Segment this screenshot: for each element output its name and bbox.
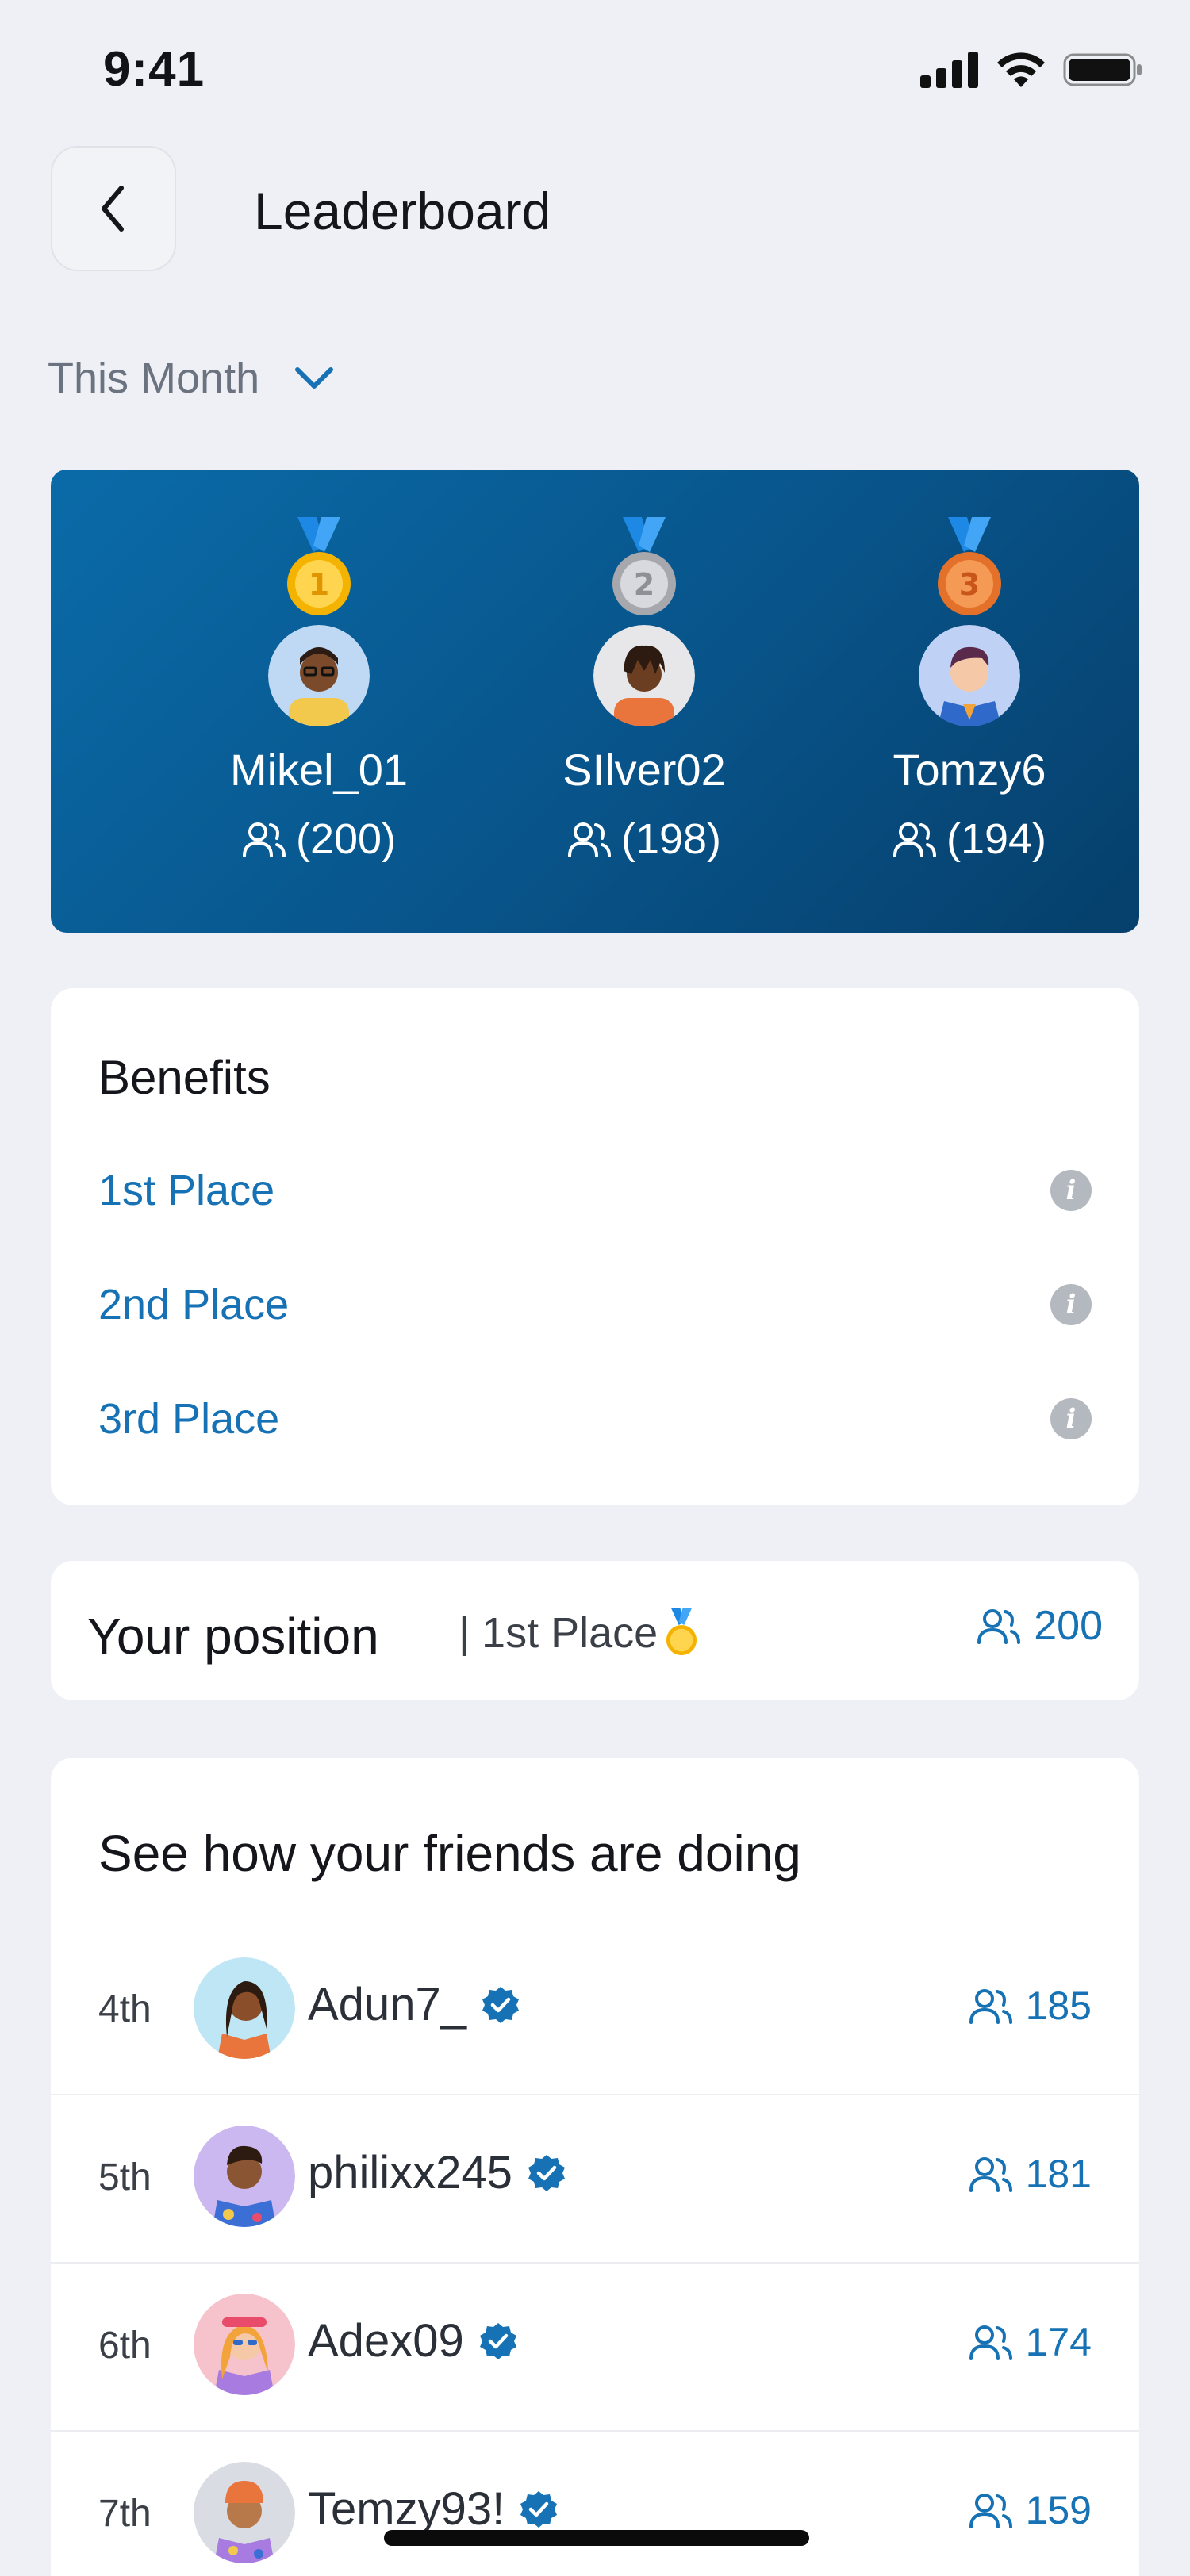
verified-badge-icon <box>520 2490 558 2528</box>
benefit-label: 2nd Place <box>98 1281 290 1328</box>
position-title: Your position <box>87 1608 379 1665</box>
status-icons <box>920 51 1142 89</box>
benefits-card: Benefits 1st Place i 2nd Place i 3rd Pla… <box>51 988 1139 1505</box>
friend-score: 159 <box>969 2487 1092 2533</box>
podium-second[interactable]: 2 SIlver02 (198) <box>509 517 779 864</box>
verified-badge-icon <box>482 1986 519 2023</box>
wifi-icon <box>997 52 1045 87</box>
friend-row[interactable]: 4th Adun7_ 185 <box>51 1927 1139 2095</box>
podium-score: (194) <box>892 815 1046 864</box>
podium-score-value: (198) <box>620 815 722 863</box>
signal-icon <box>920 52 978 88</box>
position-score: 200 <box>977 1602 1103 1650</box>
users-icon <box>892 822 936 857</box>
verified-badge-icon <box>479 2322 516 2359</box>
friend-score-value: 181 <box>1025 2152 1092 2196</box>
friends-title: See how your friends are doing <box>98 1825 801 1882</box>
friend-score: 174 <box>969 2319 1092 2365</box>
info-icon[interactable]: i <box>1050 1398 1092 1439</box>
benefit-label: 3rd Place <box>98 1395 280 1443</box>
home-indicator[interactable] <box>384 2530 809 2546</box>
verified-badge-icon <box>528 2154 565 2191</box>
position-score-value: 200 <box>1034 1603 1103 1649</box>
friend-name-label: philixx245 <box>308 2147 512 2198</box>
friend-name: Adex09 <box>308 2314 518 2367</box>
podium-score: (198) <box>567 815 721 864</box>
position-place: | 1st Place <box>459 1608 699 1658</box>
avatar <box>194 2462 295 2563</box>
friend-score: 181 <box>969 2151 1092 2197</box>
friend-score-value: 185 <box>1025 1984 1092 2028</box>
svg-text:3: 3 <box>959 567 980 602</box>
friend-row[interactable]: 6th Adex09 174 <box>51 2264 1139 2432</box>
gold-medal-icon: 1 <box>287 517 351 615</box>
friend-name-label: Adex09 <box>308 2315 464 2367</box>
period-label: This Month <box>48 355 260 402</box>
podium-first[interactable]: 1 Mikel_01 (200) <box>184 517 454 864</box>
benefit-second-place[interactable]: 2nd Place i <box>98 1280 1092 1329</box>
avatar <box>194 2126 295 2227</box>
friend-rank: 6th <box>98 2325 152 2367</box>
benefit-first-place[interactable]: 1st Place i <box>98 1166 1092 1215</box>
podium-name: Tomzy6 <box>892 745 1046 795</box>
benefits-title: Benefits <box>98 1051 271 1104</box>
bronze-medal-icon: 3 <box>938 517 1001 615</box>
users-icon <box>567 822 611 857</box>
battery-icon <box>1063 53 1142 86</box>
friend-name: Adun7_ <box>308 1978 520 2031</box>
your-position-card: Your position | 1st Place 200 <box>51 1561 1139 1700</box>
back-button[interactable] <box>51 146 176 271</box>
podium-score-value: (200) <box>295 815 397 863</box>
chevron-left-icon <box>102 186 124 232</box>
friend-name: Temzy93! <box>308 2482 559 2536</box>
users-icon <box>242 822 286 857</box>
friend-score-value: 159 <box>1025 2488 1092 2532</box>
users-icon <box>969 2157 1012 2192</box>
users-icon <box>969 2325 1012 2360</box>
friend-score-value: 174 <box>1025 2320 1092 2364</box>
podium-score-value: (194) <box>946 815 1047 863</box>
friend-row[interactable]: 5th philixx245 181 <box>51 2095 1139 2264</box>
avatar <box>268 625 370 726</box>
chevron-down-icon <box>295 367 334 389</box>
silver-medal-icon: 2 <box>612 517 676 615</box>
position-place-label: | 1st Place <box>459 1609 658 1657</box>
podium-third[interactable]: 3 Tomzy6 (194) <box>835 517 1104 864</box>
users-icon <box>977 1609 1021 1644</box>
svg-text:1: 1 <box>309 567 329 602</box>
friend-name-label: Temzy93! <box>308 2483 505 2535</box>
users-icon <box>969 1989 1012 2024</box>
info-icon[interactable]: i <box>1050 1170 1092 1211</box>
page-title: Leaderboard <box>254 182 551 240</box>
podium-card: 1 Mikel_01 (200) 2 SIlver02 (198) 3 Tomz… <box>51 470 1139 933</box>
friend-name: philixx245 <box>308 2146 566 2199</box>
status-time: 9:41 <box>103 42 205 97</box>
friend-score: 185 <box>969 1983 1092 2029</box>
gold-medal-icon <box>666 1608 697 1656</box>
avatar <box>194 1957 295 2059</box>
friend-row[interactable]: 7th Temzy93! 159 <box>51 2432 1139 2576</box>
svg-text:2: 2 <box>634 567 654 602</box>
friend-rank: 7th <box>98 2493 152 2535</box>
podium-name: Mikel_01 <box>229 745 409 795</box>
friend-rank: 4th <box>98 1988 152 2030</box>
avatar <box>593 625 695 726</box>
period-selector[interactable]: This Month <box>48 354 334 403</box>
users-icon <box>969 2494 1012 2528</box>
info-icon[interactable]: i <box>1050 1284 1092 1325</box>
benefit-third-place[interactable]: 3rd Place i <box>98 1394 1092 1443</box>
status-bar: 9:41 <box>0 0 1190 143</box>
friends-card: See how your friends are doing 4th Adun7… <box>51 1758 1139 2576</box>
benefit-label: 1st Place <box>98 1167 275 1214</box>
avatar <box>919 625 1020 726</box>
avatar <box>194 2294 295 2395</box>
podium-name: SIlver02 <box>562 745 726 795</box>
friend-rank: 5th <box>98 2156 152 2198</box>
friend-name-label: Adun7_ <box>308 1979 466 2030</box>
podium-score: (200) <box>242 815 396 864</box>
